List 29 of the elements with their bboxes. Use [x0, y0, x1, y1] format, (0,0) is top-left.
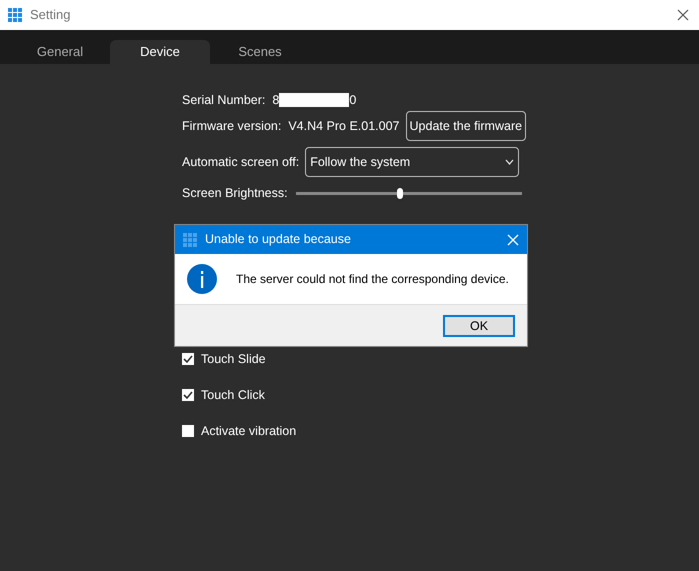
checkbox[interactable] — [182, 353, 194, 365]
close-icon[interactable] — [677, 9, 689, 21]
screen-off-dropdown[interactable]: Follow the system — [305, 147, 520, 177]
app-logo-icon — [8, 8, 22, 22]
tab[interactable]: Device — [110, 40, 210, 64]
firmware-version: V4.N4 Pro E.01.007 — [288, 118, 400, 135]
dialog-message: The server could not find the corresponding device. — [236, 271, 509, 288]
field-label: Screen Brightness: — [182, 184, 288, 202]
redaction-block — [279, 93, 350, 107]
ok-button[interactable]: OK — [443, 314, 515, 336]
info-icon — [186, 263, 218, 295]
checkbox[interactable] — [182, 389, 194, 401]
tab[interactable]: General — [10, 40, 110, 64]
option-label: Touch Slide — [201, 350, 266, 368]
slider-thumb[interactable] — [396, 188, 403, 198]
window-title: Setting — [30, 6, 70, 24]
field-label: Firmware version: — [182, 118, 282, 135]
serial-value: 0 — [349, 92, 356, 109]
field-label: Automatic screen off: — [182, 154, 300, 171]
dialog-title: Unable to update because — [205, 231, 351, 248]
chevron-down-icon — [505, 159, 514, 165]
option-label: Touch Click — [201, 386, 265, 404]
tab[interactable]: Scenes — [210, 40, 310, 64]
field-label: Serial Number: — [182, 92, 266, 109]
checkbox[interactable] — [182, 425, 194, 437]
serial-value: 8 — [272, 92, 280, 109]
app-logo-icon — [183, 232, 197, 246]
update-firmware-button[interactable]: Update the firmware — [406, 111, 526, 141]
option-label: Activate vibration — [201, 422, 296, 440]
